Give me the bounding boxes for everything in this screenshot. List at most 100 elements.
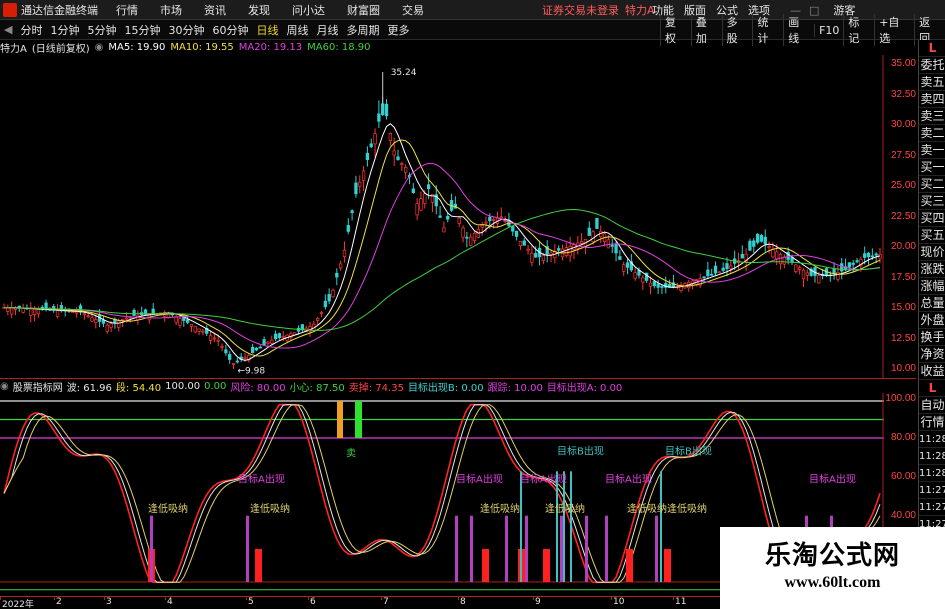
period-more[interactable]: 更多 xyxy=(383,22,413,38)
candle-body xyxy=(82,313,86,316)
candle-body xyxy=(29,308,33,316)
period-multi[interactable]: 多周期 xyxy=(342,22,383,38)
candle-body xyxy=(801,269,806,280)
sidebar-item[interactable]: 卖二 xyxy=(919,125,945,142)
sidebar-item[interactable]: 行情 xyxy=(919,414,945,431)
period-daily[interactable]: 日线 xyxy=(252,22,282,38)
period-fenshi[interactable]: 分时 xyxy=(16,22,46,38)
sidebar-item[interactable]: 涨跌 xyxy=(919,261,945,278)
candle-body xyxy=(461,227,465,238)
app-window: { "app":{"title":"通达信金融终端","status":"证券交… xyxy=(0,0,945,609)
candle-body xyxy=(132,309,136,316)
candle-body xyxy=(384,103,389,117)
period-weekly[interactable]: 周线 xyxy=(282,22,312,38)
menu-zixun[interactable]: 资讯 xyxy=(204,2,226,18)
settings-icon[interactable]: ◉ xyxy=(95,42,104,53)
candle-body xyxy=(794,264,798,273)
signal-bar xyxy=(655,515,658,582)
candle-body xyxy=(725,263,729,269)
menu-jiaoyi[interactable]: 交易 xyxy=(402,2,424,18)
signal-bar xyxy=(470,515,473,582)
sidebar-item[interactable]: 总量 xyxy=(919,295,945,312)
sidebar-item[interactable]: 卖三 xyxy=(919,108,945,125)
back-icon[interactable]: ◀ xyxy=(0,23,16,36)
annotation-label: 目标B出现 xyxy=(557,445,604,458)
sidebar-item[interactable]: 外盘 xyxy=(919,312,945,329)
sidebar-item[interactable]: 买二 xyxy=(919,176,945,193)
candle-body xyxy=(124,317,129,320)
menu-shichang[interactable]: 市场 xyxy=(160,2,182,18)
sidebar-item[interactable]: 买一 xyxy=(919,159,945,176)
price-tick: 10.00 xyxy=(890,363,916,374)
login-status[interactable]: 证券交易未登录 xyxy=(542,2,619,18)
sidebar-item[interactable]: 买五 xyxy=(919,227,945,244)
candle-body xyxy=(224,349,228,354)
candle-body xyxy=(358,181,362,187)
candle-body xyxy=(530,252,534,263)
ma-info-line: 特力A (日线前复权) ◉ MA5: 19.90 MA10: 19.55 MA2… xyxy=(0,40,916,55)
candle-body xyxy=(423,193,427,204)
annotation-label: 逢低吸纳 xyxy=(480,502,520,515)
target-bar xyxy=(563,471,565,582)
chart-adjust[interactable]: (日线前复权) xyxy=(32,40,90,55)
period-15min[interactable]: 15分钟 xyxy=(120,22,164,38)
signal-bar xyxy=(605,515,608,582)
candle-body xyxy=(767,246,771,248)
sidebar-item[interactable]: 买三 xyxy=(919,193,945,210)
sidebar-top-l[interactable]: L xyxy=(919,40,945,57)
price-tick: 17.50 xyxy=(890,271,916,283)
candle-body xyxy=(316,318,320,321)
sidebar-item[interactable]: 净资 xyxy=(919,346,945,363)
btn-f10[interactable]: F10 xyxy=(814,23,843,37)
sidebar-item[interactable]: 委托 xyxy=(919,57,945,74)
menu-faxian[interactable]: 发现 xyxy=(248,2,270,18)
candle-body xyxy=(591,231,595,243)
indicator-tick: 80.00 xyxy=(890,432,916,443)
candle-body xyxy=(105,324,109,332)
menu-hangqing[interactable]: 行情 xyxy=(116,2,138,18)
target-bar xyxy=(520,471,522,582)
candle-body xyxy=(189,324,194,327)
period-1min[interactable]: 1分钟 xyxy=(46,22,83,38)
period-monthly[interactable]: 月线 xyxy=(312,22,342,38)
sidebar-item[interactable]: 卖五 xyxy=(919,74,945,91)
sidebar-item[interactable]: 自动 xyxy=(919,397,945,414)
toolbar-right: 复权 叠加 多股 统计 画线 F10 标记 +自选 返回 xyxy=(660,14,945,46)
sidebar-item[interactable]: 卖四 xyxy=(919,91,945,108)
sidebar-item[interactable]: 现价 xyxy=(919,244,945,261)
date-label: 11 xyxy=(675,597,687,607)
candle-body xyxy=(488,216,492,222)
candle-body xyxy=(564,247,568,256)
date-label: 7 xyxy=(383,597,389,607)
candle-body xyxy=(419,198,423,211)
candle-body xyxy=(526,248,530,251)
sidebar-item[interactable]: 收益 xyxy=(919,363,945,380)
candle-body xyxy=(870,255,874,258)
candle-body xyxy=(469,236,473,246)
menu-wenxiaoda[interactable]: 问小达 xyxy=(292,2,325,18)
sidebar-item[interactable]: 卖一 xyxy=(919,142,945,159)
menu-caifuquan[interactable]: 财富圈 xyxy=(347,2,380,18)
indicator-name[interactable]: 股票指标网 xyxy=(13,379,63,394)
ind-xiaoxin: 小心: 87.50 xyxy=(289,382,345,394)
sidebar-item[interactable]: 涨幅 xyxy=(919,278,945,295)
sidebar-item[interactable]: 换手 xyxy=(919,329,945,346)
candle-body xyxy=(755,233,760,243)
sidebar-mid-l[interactable]: L xyxy=(919,380,945,397)
right-sidebar: L 委托 卖五 卖四 卖三 卖二 卖一 买一 买二 买三 买四 买五 现价 涨跌 涨幅 总量 外盘 换手 净资 收益… xyxy=(918,40,945,609)
candle-body xyxy=(411,188,415,194)
candle-body xyxy=(622,264,626,272)
price-tick: 22.50 xyxy=(890,210,916,222)
candle-body xyxy=(396,156,400,161)
candle-body xyxy=(331,289,335,298)
indicator-settings-icon[interactable]: ◉ xyxy=(0,381,9,392)
period-30min[interactable]: 30分钟 xyxy=(164,22,208,38)
low-label: ←9.98 xyxy=(238,366,266,376)
price-tick: 12.50 xyxy=(890,332,916,344)
sidebar-item[interactable]: 买四 xyxy=(919,210,945,227)
kline-chart[interactable]: 35.24 ←9.98 xyxy=(0,55,884,378)
annotation-label: 目标A出现 xyxy=(809,472,856,485)
period-60min[interactable]: 60分钟 xyxy=(208,22,252,38)
period-5min[interactable]: 5分钟 xyxy=(83,22,120,38)
ind-maichu: 卖掉: 74.35 xyxy=(348,382,404,394)
